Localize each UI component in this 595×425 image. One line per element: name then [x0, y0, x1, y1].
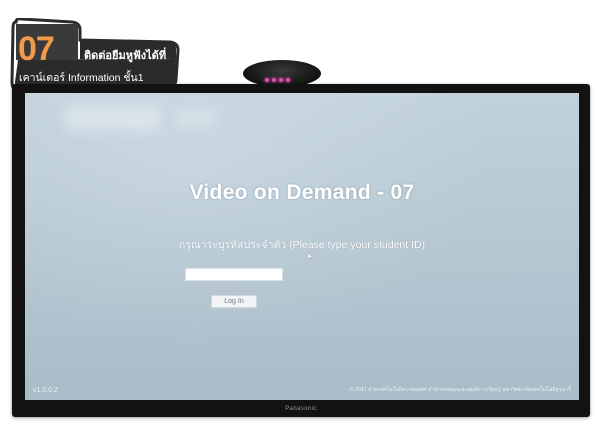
student-id-prompt: กรุณาระบุรหัสประจำตัว (Please type your … — [178, 239, 426, 251]
student-id-input[interactable] — [185, 268, 283, 281]
copyright-text: © 2017 ฝ่ายเทคโนโลยีสารสนเทศ สำนักหอสมุด… — [349, 387, 571, 393]
camera-icon — [243, 60, 321, 87]
info-sticker: 07 ติดต่อยืมหูฟังได้ที่ เคาน์เตอร์ Infor… — [10, 18, 180, 90]
camera-lights — [265, 69, 299, 82]
mouse-cursor-icon — [308, 253, 313, 260]
login-button[interactable]: Log In — [211, 295, 257, 308]
app-title: Video on Demand - 07 — [189, 181, 415, 204]
sticker-line-1: ติดต่อยืมหูฟังได้ที่ — [84, 50, 167, 62]
screen-glare — [65, 105, 160, 131]
screen-glare — [175, 109, 215, 127]
app-screen: Video on Demand - 07 กรุณาระบุรหัสประจำต… — [25, 93, 579, 400]
sticker-number: 07 — [18, 30, 55, 68]
tv-brand: Panasonic — [285, 406, 317, 412]
version-label: v1.0.0.2 — [33, 387, 58, 394]
